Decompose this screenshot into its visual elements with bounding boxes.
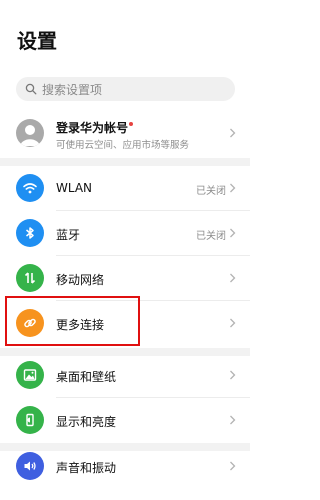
settings-row-mobile-network[interactable]: 移动网络 <box>0 256 250 301</box>
section-divider <box>0 158 250 166</box>
chevron-right-icon <box>230 228 236 238</box>
wifi-icon <box>23 183 37 194</box>
settings-row-sound-vibration[interactable]: 声音和振动 <box>0 444 250 489</box>
wallpaper-icon <box>23 369 37 381</box>
mobile-data-icon <box>24 272 36 284</box>
search-bar[interactable]: 搜索设置项 <box>16 77 235 101</box>
account-login-row[interactable]: 登录华为帐号 可使用云空间、应用市场等服务 <box>0 109 250 157</box>
row-label: WLAN <box>56 181 93 195</box>
chevron-right-icon <box>230 183 236 193</box>
search-placeholder: 搜索设置项 <box>42 82 103 97</box>
row-label: 蓝牙 <box>56 228 81 242</box>
sound-icon-badge <box>16 452 44 480</box>
settings-row-bluetooth[interactable]: 蓝牙 已关闭 <box>0 211 250 256</box>
display-icon <box>26 413 34 427</box>
chevron-right-icon <box>230 128 236 138</box>
chevron-right-icon <box>230 461 236 471</box>
row-label: 移动网络 <box>56 273 105 287</box>
row-status: 已关闭 <box>196 186 226 197</box>
wallpaper-icon-badge <box>16 361 44 389</box>
row-label: 声音和振动 <box>56 461 117 475</box>
bluetooth-icon-badge <box>16 219 44 247</box>
account-title-text: 登录华为帐号 <box>56 121 129 135</box>
page-title: 设置 <box>17 29 57 53</box>
highlight-box <box>5 296 140 346</box>
row-label: 桌面和壁纸 <box>56 370 117 384</box>
notification-dot <box>129 122 134 126</box>
mobile-network-icon-badge <box>16 264 44 292</box>
sound-icon <box>24 461 36 471</box>
user-icon <box>20 125 40 146</box>
settings-row-wlan[interactable]: WLAN 已关闭 <box>0 166 250 211</box>
chevron-right-icon <box>230 415 236 425</box>
chevron-right-icon <box>230 370 236 380</box>
settings-row-home-wallpaper[interactable]: 桌面和壁纸 <box>0 353 250 398</box>
row-label: 显示和亮度 <box>56 415 117 429</box>
chevron-right-icon <box>230 318 236 328</box>
search-icon <box>25 83 37 95</box>
wlan-icon-badge <box>16 174 44 202</box>
account-title: 登录华为帐号 <box>56 119 134 136</box>
settings-row-display-brightness[interactable]: 显示和亮度 <box>0 398 250 443</box>
row-status: 已关闭 <box>196 231 226 242</box>
display-icon-badge <box>16 406 44 434</box>
account-subtitle: 可使用云空间、应用市场等服务 <box>56 140 190 151</box>
bluetooth-icon <box>26 227 34 239</box>
avatar <box>16 119 44 147</box>
chevron-right-icon <box>230 273 236 283</box>
